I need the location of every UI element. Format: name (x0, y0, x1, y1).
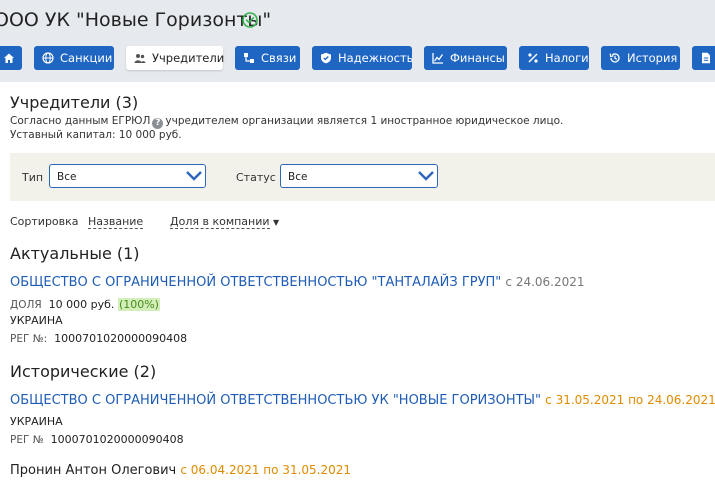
reg-number-row: РЕГ №: 1000701020000090408 (10, 332, 188, 345)
founder-link[interactable]: ОБЩЕСТВО С ОГРАНИЧЕННОЙ ОТВЕТСТВЕННОСТЬЮ… (10, 393, 715, 408)
share-row: ДОЛЯ 10 000 руб. (100%) (10, 298, 160, 311)
chevron-down-icon (418, 171, 434, 181)
filter-bar: Тип Все Статус Все (10, 153, 715, 201)
historic-title: Исторические (2) (10, 362, 157, 381)
status-filter-label: Статус (236, 171, 276, 184)
egrul-note: Согласно данным ЕГРЮЛ? учредителем органи… (10, 115, 564, 129)
check-circle-icon (242, 12, 258, 28)
history-icon (609, 53, 620, 63)
tab-home[interactable] (0, 46, 22, 70)
question-icon[interactable]: ? (152, 118, 164, 129)
actual-title: Актуальные (1) (10, 244, 140, 263)
section-tabs: Санкции Учредители Связи Надежность Фина… (0, 46, 715, 71)
country: УКРАИНА (10, 415, 63, 428)
country: УКРАИНА (10, 314, 63, 327)
founders-title: Учредители (3) (10, 93, 139, 112)
type-select[interactable]: Все (49, 164, 206, 188)
sort-by-share[interactable]: Доля в компании ▼ (170, 215, 280, 229)
company-header: ООО УК "Новые Горизонты" Санкции Учредит… (0, 0, 715, 82)
network-icon (244, 53, 254, 63)
reg-number-row: РЕГ № 1000701020000090408 (10, 433, 184, 446)
shield-check-icon (321, 52, 331, 64)
tab-sanctions[interactable]: Санкции (34, 46, 114, 70)
chart-icon (432, 53, 444, 64)
authorized-capital: Уставный капитал: 10 000 руб. (10, 129, 182, 141)
globe-icon (42, 52, 54, 64)
home-icon (4, 53, 14, 63)
sort-by-name[interactable]: Название (88, 215, 144, 229)
tab-taxes[interactable]: Налоги (519, 46, 589, 70)
founder-person: Пронин Антон Олегович с 06.04.2021 по 31… (10, 463, 352, 478)
tab-history[interactable]: История (601, 46, 680, 70)
chevron-down-icon (186, 171, 202, 181)
page-title: ООО УК "Новые Горизонты" (0, 9, 272, 31)
founder-link[interactable]: ОБЩЕСТВО С ОГРАНИЧЕННОЙ ОТВЕТСТВЕННОСТЬЮ… (10, 275, 585, 290)
percent-icon (528, 53, 538, 63)
status-select[interactable]: Все (280, 164, 438, 188)
type-filter-label: Тип (22, 171, 44, 184)
caret-down-icon: ▼ (273, 218, 280, 227)
users-icon (134, 54, 146, 63)
share-percent-badge: (100%) (117, 298, 160, 311)
tab-links[interactable]: Связи (235, 46, 300, 70)
sort-label: Сортировка (10, 215, 79, 228)
document-icon (702, 52, 710, 64)
tab-finances[interactable]: Финансы (424, 46, 507, 70)
tab-documents[interactable] (692, 46, 715, 70)
tab-reliability[interactable]: Надежность (312, 46, 413, 70)
tab-founders[interactable]: Учредители (126, 46, 224, 70)
